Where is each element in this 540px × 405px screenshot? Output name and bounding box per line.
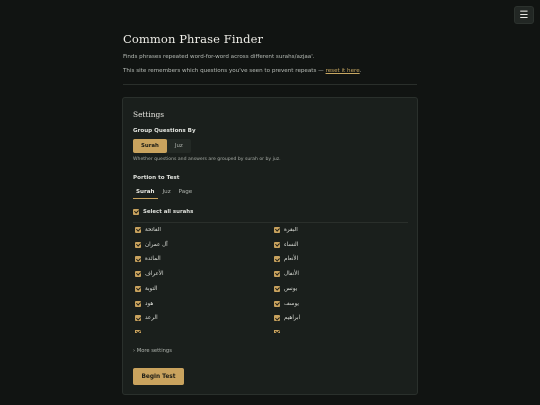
surah-item[interactable]: الأنعام xyxy=(274,256,299,263)
surah-checkbox[interactable] xyxy=(274,227,280,233)
surah-name: المائدة xyxy=(145,256,161,263)
surah-item[interactable]: الرعد xyxy=(135,315,158,322)
surah-name: البقرة xyxy=(284,227,298,233)
surah-name: الرعد xyxy=(145,315,158,322)
surah-item[interactable]: النساء xyxy=(274,241,299,248)
surah-checkbox[interactable] xyxy=(135,227,141,233)
surah-checkbox[interactable] xyxy=(274,271,280,278)
surah-checkbox[interactable] xyxy=(135,256,141,263)
settings-title: Settings xyxy=(133,110,165,119)
surah-checkbox[interactable] xyxy=(274,285,280,292)
portion-label: Portion to Test xyxy=(133,175,180,181)
surah-item[interactable]: الأنفال xyxy=(274,271,299,278)
surah-checkbox[interactable] xyxy=(135,271,141,278)
remember-suffix: . xyxy=(359,68,362,74)
surah-checkbox[interactable] xyxy=(274,315,280,322)
surah-item[interactable]: الفاتحة xyxy=(135,227,161,233)
surah-name: آل عمران xyxy=(145,241,168,248)
surah-checkbox[interactable] xyxy=(135,300,141,307)
surah-name: التوبة xyxy=(145,285,158,292)
remember-text: This site remembers which questions you'… xyxy=(123,68,326,74)
surah-item[interactable]: آل عمران xyxy=(135,241,168,248)
group-by-toggle: Surah Juz xyxy=(133,139,191,153)
surah-checkbox[interactable] xyxy=(135,330,141,333)
surah-checkbox[interactable] xyxy=(135,285,141,292)
group-by-juz-button[interactable]: Juz xyxy=(167,139,191,153)
surah-name: الأنعام xyxy=(284,256,299,263)
surah-checkbox[interactable] xyxy=(274,256,280,263)
surah-item-partial[interactable] xyxy=(274,330,280,333)
surah-name: النساء xyxy=(284,241,299,248)
surah-item[interactable]: يونس xyxy=(274,285,298,292)
surah-name: الأنفال xyxy=(284,271,299,278)
surah-name: ابراهيم xyxy=(284,315,301,322)
surah-item[interactable]: ابراهيم xyxy=(274,315,301,322)
menu-button[interactable]: ☰ xyxy=(514,6,534,24)
surah-item[interactable]: التوبة xyxy=(135,285,158,292)
select-all-checkbox[interactable] xyxy=(133,209,139,215)
surah-name: يوسف xyxy=(284,300,299,307)
list-divider xyxy=(133,222,408,223)
tab-page[interactable]: Page xyxy=(176,187,196,199)
surah-checkbox[interactable] xyxy=(135,241,141,248)
surah-checkbox[interactable] xyxy=(135,315,141,322)
select-all-label: Select all surahs xyxy=(143,209,194,215)
page-title: Common Phrase Finder xyxy=(123,32,264,46)
tab-juz[interactable]: Juz xyxy=(160,187,174,199)
begin-test-button[interactable]: Begin Test xyxy=(133,368,184,385)
header-divider xyxy=(123,84,417,85)
group-by-hint: Whether questions and answers are groupe… xyxy=(133,157,281,162)
surah-item[interactable]: الأعراف xyxy=(135,271,164,278)
surah-name: يونس xyxy=(284,285,298,292)
portion-tabs: Surah Juz Page xyxy=(133,187,195,199)
surah-checkbox-list[interactable]: الفاتحة البقرة آل عمران النساء المائدة ا… xyxy=(133,227,408,364)
reset-link[interactable]: reset it here xyxy=(326,68,360,74)
surah-name: الأعراف xyxy=(145,271,164,278)
tab-surah[interactable]: Surah xyxy=(133,187,158,199)
surah-name: هود xyxy=(145,300,154,307)
settings-card: Settings Group Questions By Surah Juz Wh… xyxy=(122,97,418,395)
group-by-label: Group Questions By xyxy=(133,128,196,134)
select-all-surahs[interactable]: Select all surahs xyxy=(133,209,193,215)
remember-notice: This site remembers which questions you'… xyxy=(123,68,361,74)
hamburger-menu-icon[interactable]: ☰ xyxy=(520,10,529,21)
group-by-surah-button[interactable]: Surah xyxy=(133,139,167,153)
surah-item-partial[interactable] xyxy=(135,330,141,333)
surah-item[interactable]: هود xyxy=(135,300,154,307)
surah-item[interactable]: يوسف xyxy=(274,300,299,307)
surah-item[interactable]: البقرة xyxy=(274,227,298,233)
page-subtitle: Finds phrases repeated word-for-word acr… xyxy=(123,54,315,60)
surah-item[interactable]: المائدة xyxy=(135,256,161,263)
surah-checkbox[interactable] xyxy=(274,241,280,248)
surah-name: الفاتحة xyxy=(145,227,161,233)
more-settings-toggle[interactable]: › More settings xyxy=(133,348,172,354)
surah-checkbox[interactable] xyxy=(274,300,280,307)
surah-checkbox[interactable] xyxy=(274,330,280,333)
